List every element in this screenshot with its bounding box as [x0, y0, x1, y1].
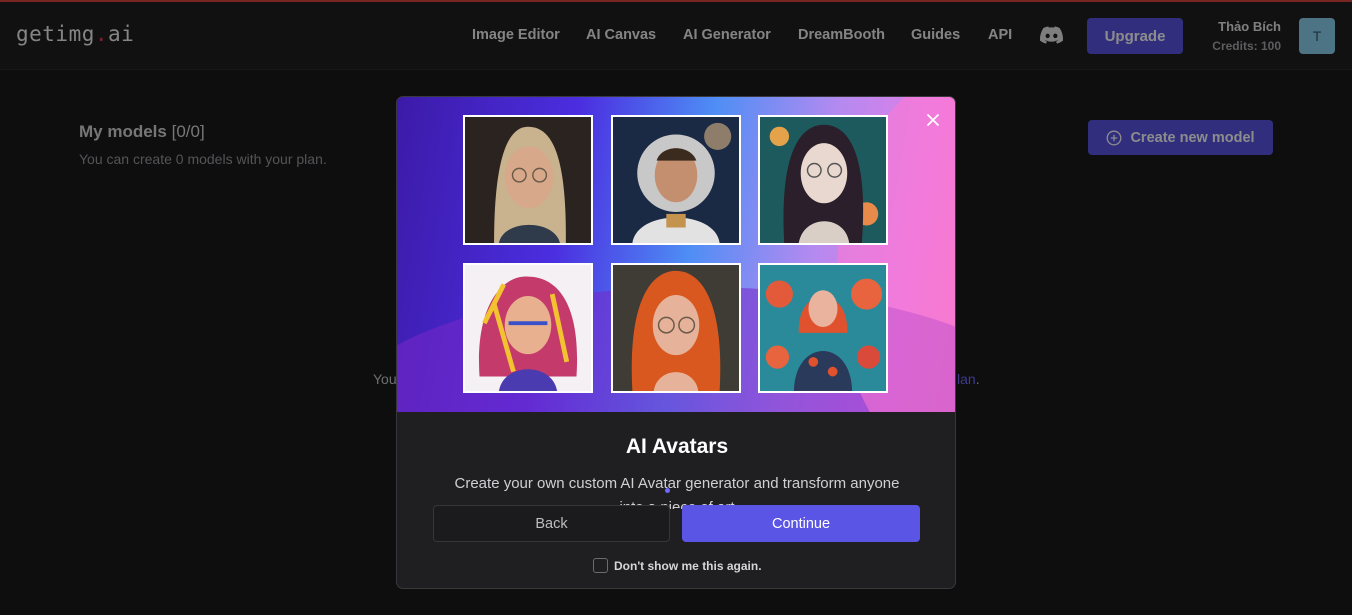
avatar-sample-image — [463, 115, 593, 245]
avatar-sample-image — [611, 263, 741, 393]
dont-show-again-label[interactable]: Don't show me this again. — [614, 559, 762, 573]
avatar-sample-image — [463, 263, 593, 393]
back-button[interactable]: Back — [433, 505, 670, 542]
continue-button[interactable]: Continue — [682, 505, 920, 542]
carousel-indicator — [665, 488, 670, 493]
avatar-sample-image — [758, 115, 888, 245]
dont-show-again-checkbox[interactable] — [593, 558, 608, 573]
avatar-sample-image — [611, 115, 741, 245]
hero-banner — [397, 97, 955, 412]
modal-title: AI Avatars — [625, 435, 729, 458]
ai-avatars-modal: AI Avatars Create your own custom AI Ava… — [396, 96, 956, 589]
avatar-sample-image — [758, 263, 888, 393]
close-icon[interactable] — [924, 111, 942, 129]
